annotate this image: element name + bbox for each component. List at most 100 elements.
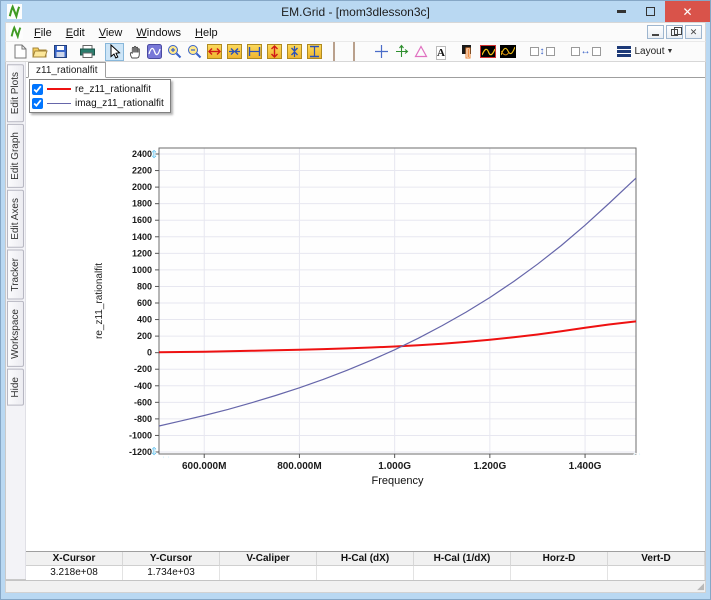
close-button[interactable]: ✕ xyxy=(665,1,710,22)
fit-y-button[interactable] xyxy=(305,43,324,61)
expand-x-icon xyxy=(207,44,222,59)
plot-canvas[interactable]: 2400220020001800160014001200100080060040… xyxy=(26,62,705,551)
legend-checkbox[interactable] xyxy=(32,98,43,109)
new-file-icon xyxy=(14,44,27,59)
mdi-restore-button[interactable] xyxy=(666,25,683,39)
svg-text:1600: 1600 xyxy=(132,215,152,225)
print-button[interactable] xyxy=(78,43,97,61)
compress-y-button[interactable] xyxy=(285,43,304,61)
zoom-out-button[interactable] xyxy=(185,43,204,61)
layout-menu-button[interactable]: Layout▼ xyxy=(613,43,678,61)
menu-file[interactable]: File xyxy=(27,25,59,41)
axis-resize-handle[interactable]: ⇕ xyxy=(149,446,158,458)
sidebar-tab-tracker[interactable]: Tracker xyxy=(7,250,24,300)
align-horizontal-button[interactable]: ↔ xyxy=(567,43,605,61)
pointer-tool-icon xyxy=(107,44,121,59)
status-bar: ◢ xyxy=(5,580,706,593)
menu-windows[interactable]: Windows xyxy=(129,25,188,41)
cursor-readout-table: X-CursorY-CursorV-CaliperH-Cal (dX)H-Cal… xyxy=(26,551,705,579)
compress-x-button[interactable] xyxy=(225,43,244,61)
svg-text:1.200G: 1.200G xyxy=(473,461,506,472)
align-vertical-button[interactable]: ↕ xyxy=(526,43,559,61)
fit-view-button[interactable] xyxy=(145,43,164,61)
readout-header: H-Cal (1/dX) xyxy=(414,552,511,566)
axis-resize-handle[interactable]: ⇕ xyxy=(149,149,158,161)
axis-resize-handle[interactable]: ⇔ xyxy=(161,451,172,463)
text-label-button[interactable]: A xyxy=(432,43,451,61)
sidebar-tab-edit-graph[interactable]: Edit Graph xyxy=(7,124,24,188)
axes-button[interactable] xyxy=(392,43,411,61)
legend-checkbox[interactable] xyxy=(32,84,43,95)
crosshair-icon xyxy=(374,44,389,59)
sidebar-tab-workspace[interactable]: Workspace xyxy=(7,301,24,367)
svg-text:Frequency: Frequency xyxy=(372,475,424,487)
sidebar-tab-edit-plots[interactable]: Edit Plots xyxy=(7,64,24,122)
split-horizontal-button[interactable] xyxy=(345,43,364,61)
print-icon xyxy=(80,45,95,58)
compress-x-icon xyxy=(227,44,242,59)
split-vertical-button[interactable] xyxy=(325,43,344,61)
svg-text:-400: -400 xyxy=(134,381,152,391)
menu-help[interactable]: Help xyxy=(188,25,225,41)
fit-x-icon xyxy=(247,44,262,59)
marker-icon xyxy=(461,44,475,59)
document-tab[interactable]: z11_rationalfit xyxy=(28,62,106,78)
maximize-button[interactable] xyxy=(636,1,665,22)
menu-edit[interactable]: Edit xyxy=(59,25,92,41)
plot-style-1-icon xyxy=(480,45,496,58)
zoom-in-button[interactable] xyxy=(165,43,184,61)
pointer-tool-button[interactable] xyxy=(105,43,124,61)
svg-text:800.000M: 800.000M xyxy=(277,461,321,472)
svg-text:1000: 1000 xyxy=(132,265,152,275)
pan-tool-button[interactable] xyxy=(125,43,144,61)
split-vertical-icon xyxy=(333,43,335,61)
svg-text:2000: 2000 xyxy=(132,182,152,192)
open-file-button[interactable] xyxy=(31,43,50,61)
menu-view[interactable]: View xyxy=(92,25,130,41)
chevron-down-icon: ▼ xyxy=(667,48,674,55)
marker-button[interactable] xyxy=(459,43,478,61)
readout-header: V-Caliper xyxy=(220,552,317,566)
legend-entry[interactable]: re_z11_rationalfit xyxy=(32,82,164,96)
app-logo-icon xyxy=(7,4,22,19)
axis-resize-handle[interactable]: ⇔ xyxy=(632,448,643,460)
app-window: EM.Grid - [mom3dlesson3c] ✕ FileEditView… xyxy=(0,0,711,600)
plot-style-2-button[interactable] xyxy=(499,43,518,61)
readout-value xyxy=(414,566,511,580)
new-file-button[interactable] xyxy=(11,43,30,61)
sidebar-tab-edit-axes[interactable]: Edit Axes xyxy=(7,190,24,248)
svg-text:1.400G: 1.400G xyxy=(569,461,602,472)
readout-value: 1.734e+03 xyxy=(123,566,220,580)
window-bottom-border xyxy=(5,593,706,599)
toolbar: A ↕ ↔ Layout▼ xyxy=(5,41,706,62)
window-title: EM.Grid - [mom3dlesson3c] xyxy=(5,5,706,19)
readout-header: H-Cal (dX) xyxy=(317,552,414,566)
svg-text:400: 400 xyxy=(137,315,152,325)
legend-line-sample xyxy=(47,103,71,104)
sidebar-tab-hide[interactable]: Hide xyxy=(7,369,24,406)
document-logo-icon xyxy=(9,25,23,39)
plot-style-1-button[interactable] xyxy=(479,43,498,61)
mdi-minimize-button[interactable] xyxy=(647,25,664,39)
crosshair-button[interactable] xyxy=(372,43,391,61)
align-horizontal-icon: ↔ xyxy=(571,47,601,57)
text-label-icon: A xyxy=(436,43,446,61)
mdi-close-button[interactable]: ✕ xyxy=(685,25,702,39)
svg-text:600: 600 xyxy=(137,298,152,308)
legend-label: imag_z11_rationalfit xyxy=(75,98,164,109)
svg-text:200: 200 xyxy=(137,331,152,341)
minimize-icon xyxy=(617,10,626,13)
legend-entry[interactable]: imag_z11_rationalfit xyxy=(32,96,164,110)
expand-y-button[interactable] xyxy=(265,43,284,61)
svg-text:1400: 1400 xyxy=(132,232,152,242)
title-bar[interactable]: EM.Grid - [mom3dlesson3c] ✕ xyxy=(5,1,706,22)
save-file-button[interactable] xyxy=(51,43,70,61)
caliper-button[interactable] xyxy=(412,43,431,61)
minimize-button[interactable] xyxy=(607,1,636,22)
client-area: Edit Plots Edit Graph Edit Axes TrackerWork… xyxy=(5,62,706,580)
resize-grip[interactable]: ◢ xyxy=(697,581,704,592)
mdi-minimize-icon xyxy=(652,34,659,36)
expand-x-button[interactable] xyxy=(205,43,224,61)
save-file-icon xyxy=(54,45,67,58)
fit-x-button[interactable] xyxy=(245,43,264,61)
